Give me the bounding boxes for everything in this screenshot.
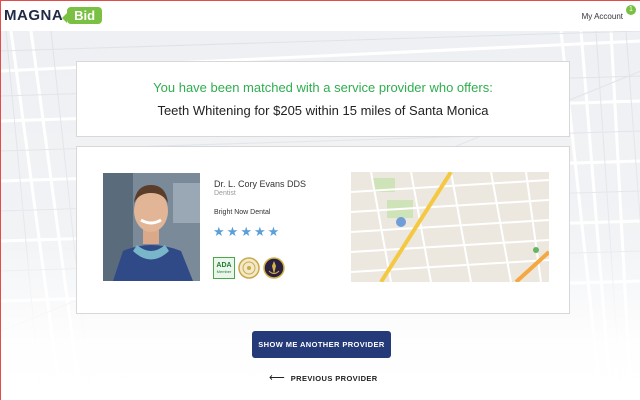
previous-provider-link[interactable]: ⟵ PREVIOUS PROVIDER	[269, 372, 378, 384]
notification-badge: 1	[626, 5, 636, 15]
show-another-provider-button[interactable]: SHOW ME ANOTHER PROVIDER	[252, 331, 391, 358]
ada-badge-sub: Member	[216, 269, 232, 274]
offer-summary: Teeth Whitening for $205 within 15 miles…	[77, 103, 569, 118]
star-icon: ★	[240, 224, 252, 239]
ada-badge: ADA Member	[213, 257, 235, 279]
star-icon: ★	[213, 224, 225, 239]
top-bar: MAGNA Bid My Account 1	[1, 1, 640, 31]
offer-word-of: of	[394, 103, 406, 118]
location-pin-icon	[396, 217, 406, 227]
provider-location-map[interactable]	[351, 172, 549, 282]
provider-practice: Bright Now Dental	[214, 209, 271, 216]
star-icon: ★	[253, 224, 266, 239]
provider-photo	[103, 173, 200, 281]
star-icon: ★	[226, 224, 239, 239]
star-icon: ★	[267, 224, 280, 239]
rating-stars: ★ ★ ★ ★ ★	[213, 225, 279, 238]
offer-word-within: within	[305, 103, 339, 118]
offer-word-for: for	[254, 103, 270, 118]
provider-title: Dentist	[214, 190, 236, 197]
my-account-link[interactable]: My Account	[582, 12, 623, 21]
provider-photo-illustration	[103, 173, 200, 281]
location-map-drawing	[351, 172, 549, 282]
gold-seal-icon	[238, 257, 260, 279]
offer-distance: 15 miles	[342, 103, 391, 118]
offer-service: Teeth Whitening	[157, 103, 251, 118]
offer-location: Santa Monica	[409, 103, 489, 118]
provider-name: Dr. L. Cory Evans DDS	[214, 179, 307, 189]
match-headline: You have been matched with a service pro…	[153, 80, 493, 95]
ada-badge-label: ADA	[216, 262, 232, 269]
credential-badges: ADA Member	[213, 257, 285, 279]
magnabid-logo[interactable]: MAGNA Bid	[4, 4, 103, 26]
dental-emblem-icon	[263, 257, 285, 279]
arrow-left-icon: ⟵	[269, 372, 285, 384]
match-card: You have been matched with a service pro…	[76, 61, 570, 137]
previous-provider-label: PREVIOUS PROVIDER	[290, 373, 378, 383]
logo-text: MAGNA	[4, 6, 64, 24]
provider-card: Dr. L. Cory Evans DDS Dentist Bright Now…	[76, 146, 570, 314]
offer-price: $205	[273, 103, 303, 118]
logo-badge: Bid	[62, 6, 103, 24]
